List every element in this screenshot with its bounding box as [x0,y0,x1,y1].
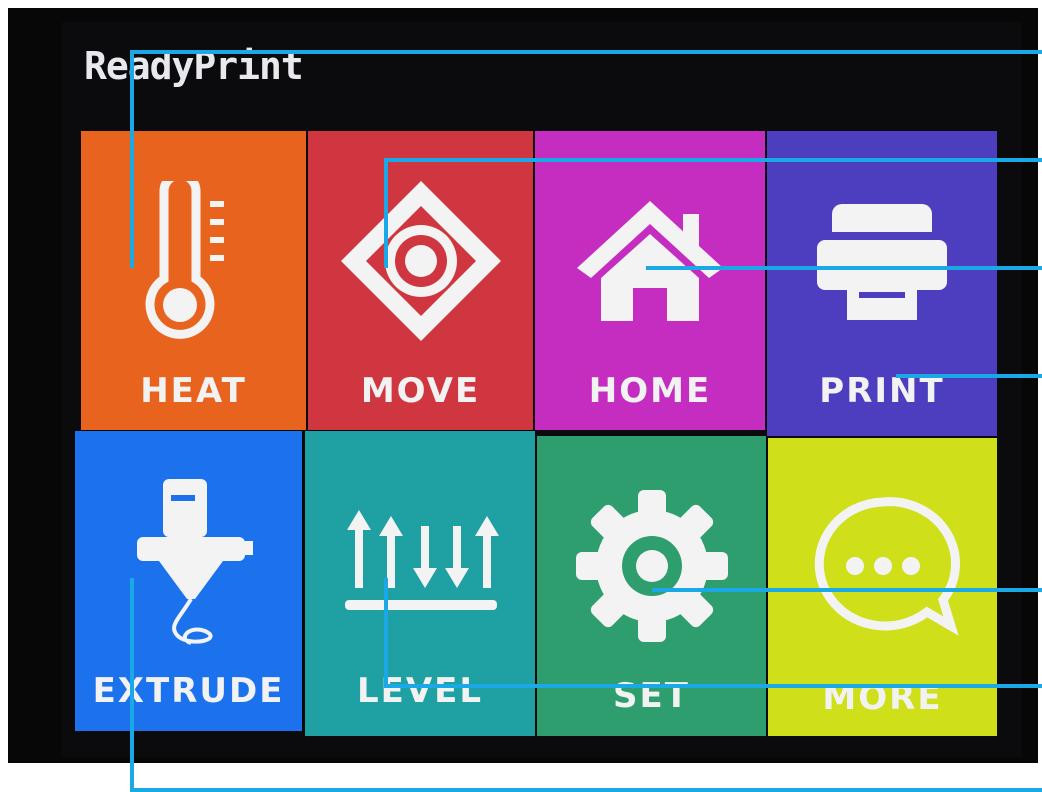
home-label: HOME [588,371,712,411]
extrude-button[interactable]: EXTRUDE [75,431,302,731]
chat-bubble-icon [768,478,997,658]
print-button[interactable]: PRINT [767,131,997,436]
print-label: PRINT [819,371,945,411]
heat-label: HEAT [140,371,247,411]
move-label: MOVE [360,371,481,411]
home-button[interactable]: HOME [535,131,765,430]
move-button[interactable]: MOVE [308,131,533,430]
set-button[interactable]: SET [537,436,766,736]
printer-icon [767,171,997,351]
extrude-label: EXTRUDE [92,671,285,711]
heat-button[interactable]: HEAT [81,131,306,430]
thermometer-icon [81,171,306,351]
gear-icon [537,476,766,656]
home-icon [535,171,765,351]
move-arrows-icon [308,171,533,351]
more-button[interactable]: MORE [768,438,997,736]
level-label: LEVEL [356,671,484,711]
level-arrows-icon [305,471,535,651]
more-label: MORE [822,678,943,718]
level-button[interactable]: LEVEL [305,431,535,736]
extruder-icon [75,471,302,651]
status-title: ReadyPrint [84,44,304,88]
set-label: SET [613,676,690,716]
